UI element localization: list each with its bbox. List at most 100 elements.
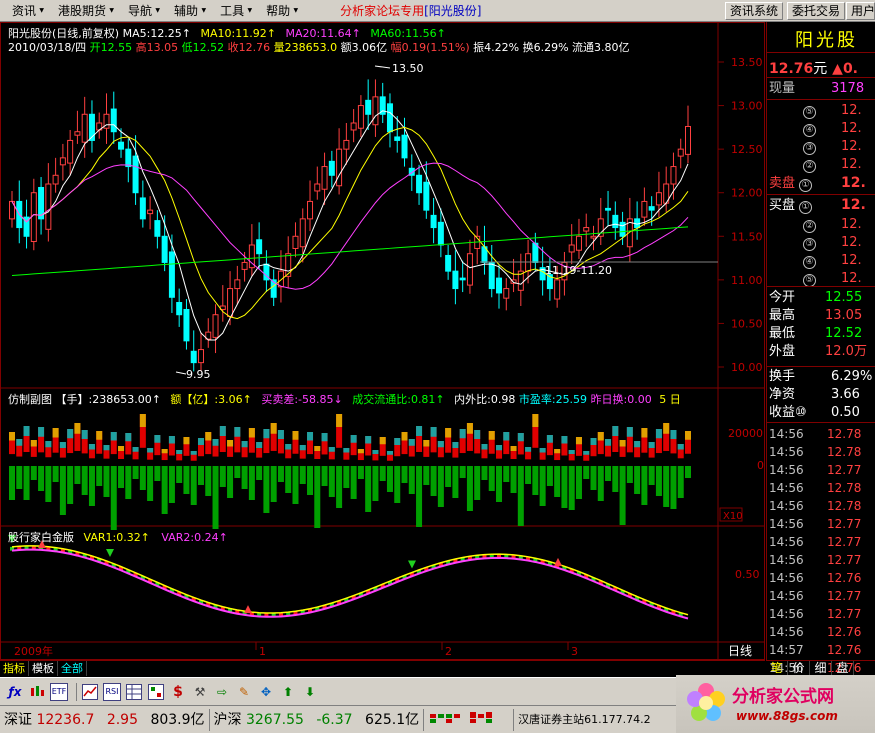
volume-bar-green: [16, 466, 23, 489]
sell-row[interactable]: ④ 12.: [769, 120, 875, 137]
buy-row[interactable]: ② 12.: [769, 216, 875, 233]
sell-row[interactable]: ② 12.: [769, 156, 875, 173]
ohlc-legend: 2010/03/18/四 开12.55 高13.05 低12.52 收12.76…: [8, 39, 630, 55]
volume-bar-green: [605, 466, 612, 481]
candle-body: [619, 221, 626, 237]
sell-row[interactable]: ③ 12.: [769, 138, 875, 155]
volume-bar-top: [597, 432, 604, 441]
tick-row: 14:56 12.77: [769, 551, 875, 569]
tab-tick[interactable]: 笔: [766, 661, 788, 676]
legend-change: 幅0.19(1.51%): [390, 41, 470, 54]
volume-bar-green: [321, 466, 328, 486]
tick-time: 14:56: [769, 625, 804, 639]
menu-item-hk-futures[interactable]: 港股期货: [46, 2, 116, 19]
volume-bar-green: [197, 466, 204, 485]
tab-indicator[interactable]: 指标: [0, 661, 29, 676]
grid-icon[interactable]: [147, 683, 165, 701]
volume-bar-green: [23, 466, 30, 500]
sell-level: ⑤: [803, 106, 816, 119]
rsi-icon[interactable]: RSI: [103, 682, 121, 701]
order-button[interactable]: 委托交易: [787, 2, 846, 20]
tick-row: 14:56 12.78: [769, 497, 875, 515]
candle-body: [176, 302, 183, 316]
volume-bar-top: [88, 444, 95, 450]
tool-icon[interactable]: ⚒: [191, 683, 209, 701]
menu-item-help[interactable]: 帮助: [254, 2, 300, 19]
price-axis-label: 13.00: [731, 100, 763, 113]
volume-bar-green: [9, 466, 15, 500]
user-button[interactable]: 用户: [846, 2, 875, 20]
tick-price: 12.77: [827, 463, 862, 477]
info-system-button[interactable]: 资讯系统: [725, 2, 784, 20]
stat-label: 收益⑩: [769, 405, 807, 420]
buy1-row[interactable]: 买盘 ① 12.: [769, 197, 875, 214]
sell1-row[interactable]: 卖盘 ① 12.: [769, 175, 875, 192]
vol-axis-zero: 0: [757, 459, 764, 472]
stat-value: 13.05: [825, 308, 863, 323]
tick-time: 14:56: [769, 463, 804, 477]
vol-hand: 【手】:238653.00↑: [55, 393, 161, 406]
ind-var1: VAR1:0.32↑: [83, 531, 150, 544]
vol-ratio: 成交流通比:0.81↑: [352, 393, 445, 406]
stat-row: 换手 6.29%: [769, 368, 875, 385]
ind-var2: VAR2:0.24↑: [161, 531, 228, 544]
sell-row[interactable]: ⑤ 12.: [769, 102, 875, 119]
volume-bar-top: [575, 437, 582, 445]
volume-bar-top: [386, 451, 393, 455]
kline-chart[interactable]: 13.5013.0012.5012.0011.5011.0010.5010.00…: [0, 22, 765, 660]
menu-item-assist[interactable]: 辅助: [162, 2, 208, 19]
volume-bar-top: [496, 445, 503, 451]
arrow-down-icon[interactable]: ⬇: [301, 683, 319, 701]
menu-item-tools[interactable]: 工具: [208, 2, 254, 19]
volume-bar-green: [285, 466, 292, 493]
volume-bar-green: [408, 466, 415, 494]
export-icon[interactable]: ⇨: [213, 683, 231, 701]
volume-bar-top: [45, 441, 52, 448]
volume-bar-top: [641, 428, 648, 438]
arrow-up-icon[interactable]: ⬆: [279, 683, 297, 701]
volume-bar-top: [437, 441, 444, 448]
pencil-icon[interactable]: ✎: [235, 683, 253, 701]
dollar-icon[interactable]: $: [169, 683, 187, 701]
tab-template[interactable]: 模板: [29, 661, 58, 676]
kline-icon[interactable]: [28, 683, 46, 701]
tick-price: 12.76: [827, 625, 862, 639]
tab-detail[interactable]: 细: [810, 661, 832, 676]
buy-row[interactable]: ⑤ 12.: [769, 270, 875, 287]
volume-bar-top: [466, 423, 473, 434]
volume-bar-green: [357, 466, 364, 479]
buy-signal-arrow: [244, 605, 252, 614]
stat-row: 今开 12.55: [769, 289, 875, 306]
line-chart-icon[interactable]: [81, 683, 99, 701]
function-icon[interactable]: ƒx: [6, 683, 24, 701]
candle-body: [685, 125, 691, 155]
buy-row[interactable]: ④ 12.: [769, 252, 875, 269]
price-axis-label: 11.50: [731, 230, 763, 243]
legend-amp: 振4.22%: [473, 41, 520, 54]
vol-diff: 买卖差:-58.85↓: [261, 393, 343, 406]
tab-all[interactable]: 全部: [58, 661, 87, 676]
volume-bar-green: [416, 466, 423, 527]
buy-row[interactable]: ③ 12.: [769, 234, 875, 251]
menu-item-nav[interactable]: 导航: [116, 2, 162, 19]
volume-bar-top: [321, 433, 328, 442]
divider: [767, 286, 875, 287]
volume-bar-top: [677, 444, 684, 450]
watermark-logo: 分析家公式网 www.88gs.com: [676, 675, 875, 733]
sell-level: ④: [803, 124, 816, 137]
legend-vol: 量238653.0: [273, 41, 338, 54]
hs-index[interactable]: 沪深 3267.55 -6.37 625.1亿: [210, 708, 425, 731]
tab-price[interactable]: 价: [788, 661, 810, 676]
volume-bar-top: [445, 428, 452, 438]
move-icon[interactable]: ✥: [257, 683, 275, 701]
chart-area[interactable]: 13.50 13.00 12.50 12.00 11.50 11.00 10.50 10.00…: [0, 22, 765, 660]
tab-book[interactable]: 盘: [832, 661, 854, 676]
volume-bar-green: [241, 466, 248, 489]
stat-value: 12.52: [825, 326, 863, 341]
etf-icon[interactable]: ETF: [50, 682, 68, 701]
candle-body: [110, 108, 117, 133]
sz-index[interactable]: 深证 12236.7 2.95 803.9亿: [0, 708, 210, 731]
menu-item-info[interactable]: 资讯: [0, 2, 46, 19]
buy1-level: ①: [799, 201, 813, 214]
table-icon[interactable]: [125, 683, 143, 701]
